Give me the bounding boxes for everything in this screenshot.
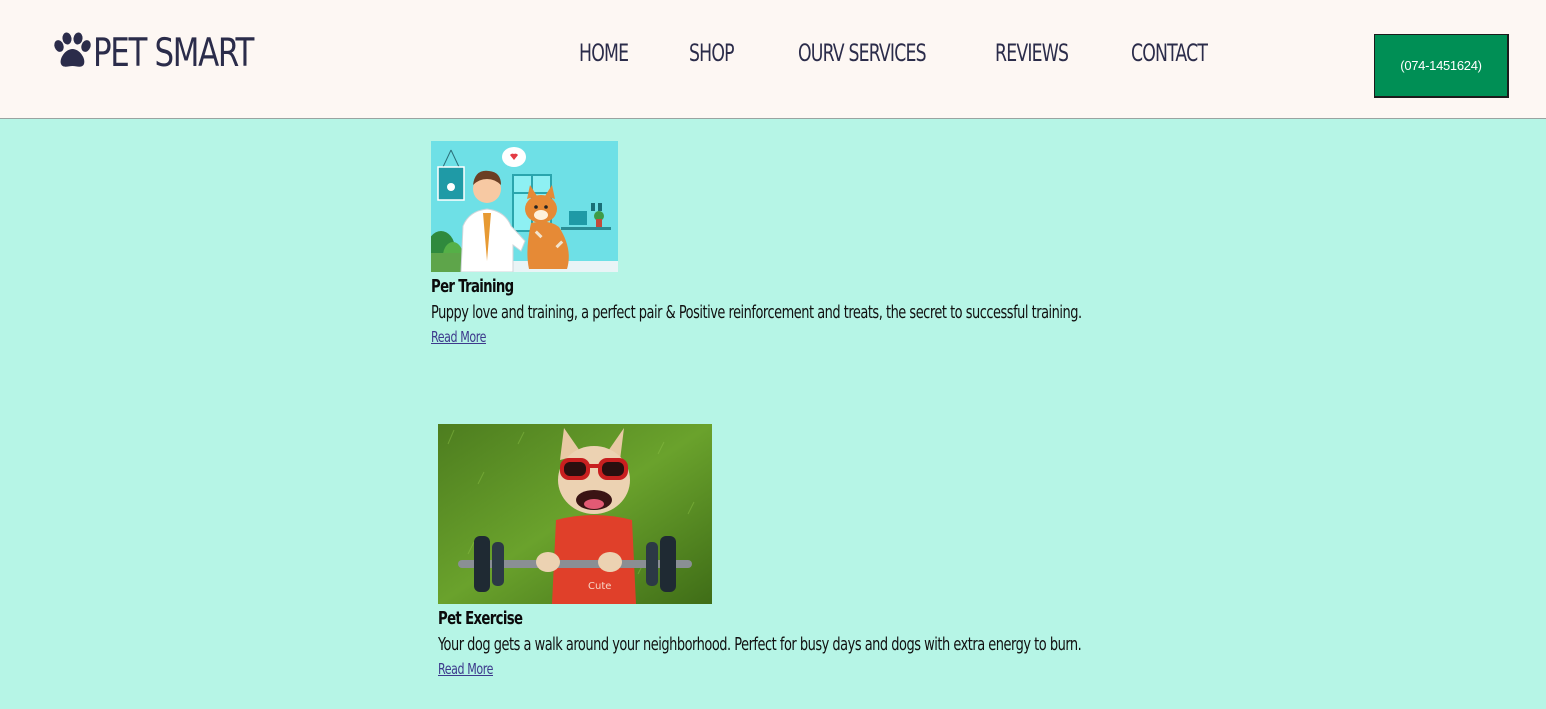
nav-reviews[interactable]: REVIEWS	[995, 38, 1069, 68]
nav-shop[interactable]: SHOP	[689, 38, 735, 68]
paw-icon	[52, 32, 92, 75]
phone-button[interactable]: (074-1451624)	[1374, 34, 1509, 98]
service-card-training: Per Training Puppy love and training, a …	[431, 141, 1244, 348]
read-more-link[interactable]: Read More	[431, 326, 486, 348]
site-header: PET SMART HOME SHOP OURV SERVICES REVIEW…	[0, 0, 1546, 119]
nav-contact[interactable]: CONTACT	[1131, 38, 1208, 68]
read-more-link[interactable]: Read More	[438, 658, 493, 680]
vet-illustration-image	[431, 141, 618, 272]
card-description: Your dog gets a walk around your neighbo…	[438, 634, 1082, 655]
svg-text:Cute: Cute	[588, 581, 611, 592]
card-title: Pet Exercise	[438, 608, 523, 629]
logo[interactable]: PET SMART	[52, 28, 275, 78]
nav-services[interactable]: OURV SERVICES	[798, 38, 927, 68]
exercise-dog-image: Cute	[438, 424, 712, 604]
card-description: Puppy love and training, a perfect pair …	[431, 302, 1082, 323]
logo-text: PET SMART	[93, 30, 254, 76]
nav-home[interactable]: HOME	[579, 38, 629, 68]
card-title: Per Training	[431, 276, 514, 297]
service-card-exercise: Cute Pet Exercise Your dog gets a walk a…	[438, 424, 1242, 680]
